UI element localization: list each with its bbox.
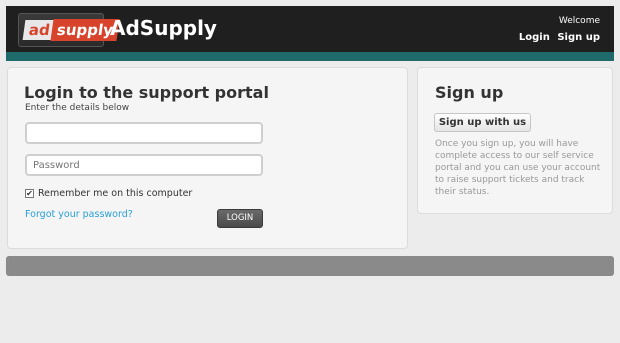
signup-panel: Sign up Sign up with us Once you sign up…: [417, 67, 613, 214]
header-links: Login Sign up: [515, 32, 600, 43]
login-subtitle: Enter the details below: [25, 103, 130, 113]
login-button[interactable]: LOGIN: [217, 209, 263, 228]
forgot-password-link[interactable]: Forgot your password?: [25, 209, 133, 220]
username-field[interactable]: [25, 122, 263, 144]
header-bar: ad supply AdSupply Welcome Login Sign up: [6, 6, 614, 52]
remember-checkbox[interactable]: ✔: [25, 189, 34, 198]
header-accent-stripe: [6, 52, 614, 61]
password-field[interactable]: [25, 154, 263, 176]
footer-bar: [6, 256, 614, 276]
welcome-text: Welcome: [558, 16, 600, 26]
adsupply-logo[interactable]: ad supply: [18, 13, 120, 47]
header-login-link[interactable]: Login: [519, 32, 550, 43]
brand-name: AdSupply: [110, 16, 217, 40]
remember-label: Remember me on this computer: [38, 188, 193, 199]
remember-me[interactable]: ✔ Remember me on this computer: [25, 188, 192, 199]
login-panel: Login to the support portal Enter the de…: [7, 67, 408, 249]
signup-button[interactable]: Sign up with us: [434, 113, 531, 132]
login-title: Login to the support portal: [24, 83, 269, 102]
signup-description: Once you sign up, you will have complete…: [435, 139, 601, 197]
signup-title: Sign up: [435, 83, 504, 102]
header-signup-link[interactable]: Sign up: [557, 32, 600, 43]
